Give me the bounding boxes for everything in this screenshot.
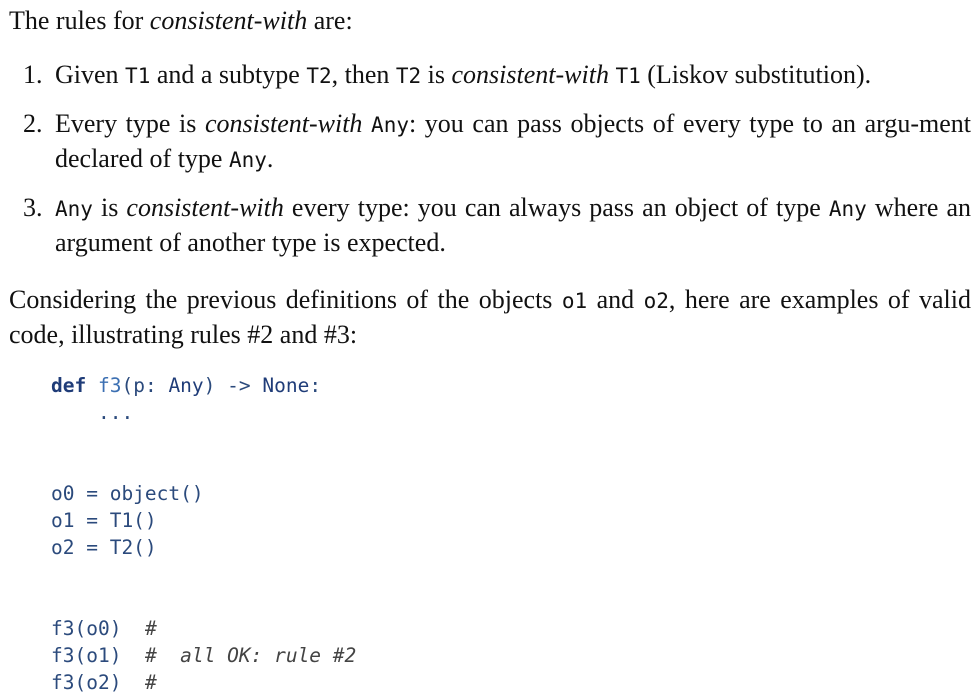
rule-text — [362, 109, 371, 138]
rule-code: T1 — [615, 64, 641, 88]
rule-item-3: 3. Any is consistent-with every type: yo… — [9, 191, 971, 259]
code-comment: all OK: rule #2 — [180, 644, 357, 667]
code-text: ) -> — [203, 374, 263, 397]
code-line-assign: o2 = T2() — [51, 536, 157, 559]
code-line-def: def f3(p: Any) -> None: — [51, 372, 971, 399]
code-comment-marker: # — [144, 644, 157, 667]
code-keyword: def — [51, 374, 87, 397]
rule-text: every type: you can always pass an objec… — [283, 193, 829, 222]
rules-list: 1. Given T1 and a subtype T2, then T2 is… — [9, 58, 971, 259]
rule-term: consistent-with — [451, 60, 609, 89]
rule-text: is — [92, 193, 127, 222]
code-line-assign: o0 = object() — [51, 482, 204, 505]
code-block: def f3(p: Any) -> None: ... o0 = object()… — [51, 372, 971, 696]
rule-text: Given — [55, 60, 126, 89]
rule-term: consistent-with — [126, 193, 284, 222]
rule-item-1: 1. Given T1 and a subtype T2, then T2 is… — [9, 58, 971, 93]
rule-number: 1. — [23, 60, 43, 89]
code-type: Any — [168, 374, 204, 397]
rule-term: consistent-with — [205, 109, 363, 138]
intro-term: consistent-with — [149, 6, 308, 35]
rule-text: (Liskov substitution). — [640, 60, 872, 89]
code-text: (p: — [121, 374, 169, 397]
intro-text: The rules for — [9, 6, 150, 35]
document-page: The rules for consistent-with are: 1. Gi… — [9, 4, 971, 696]
code-text: : — [309, 374, 322, 397]
intro-suffix: are: — [307, 6, 353, 35]
rule-code: T1 — [125, 64, 151, 88]
rule-code: T2 — [306, 64, 332, 88]
rule-code: Any — [828, 197, 867, 221]
consider-text: Considering the previous definitions of … — [9, 285, 562, 314]
intro-paragraph: The rules for consistent-with are: — [9, 4, 971, 38]
rule-code: T2 — [395, 64, 422, 88]
rule-code: Any — [228, 148, 267, 172]
rule-code: Any — [55, 197, 93, 221]
rule-text: . — [266, 144, 274, 173]
code-comment-marker: # — [144, 617, 157, 640]
code-type: None — [262, 374, 310, 397]
code-call: f3(o1) — [51, 644, 122, 667]
code-comment-marker: # — [144, 671, 157, 694]
code-function-name: f3 — [97, 374, 122, 397]
rule-text: is — [421, 60, 452, 89]
consider-code: o1 — [561, 289, 588, 313]
code-line-assign: o1 = T1() — [51, 509, 157, 532]
code-line-call: f3(o1) # all OK: rule #2 — [51, 642, 971, 669]
rule-text: and a subtype — [150, 60, 307, 89]
code-call: f3(o0) — [51, 617, 122, 640]
code-line-call: f3(o0) # — [51, 615, 971, 642]
rule-number: 3. — [23, 193, 43, 222]
consider-code: o2 — [643, 289, 669, 313]
rule-text: Every type is — [55, 109, 205, 138]
code-call: f3(o2) — [51, 671, 122, 694]
rule-code: Any — [371, 113, 409, 137]
code-line-call: f3(o2) # — [51, 669, 971, 696]
code-line-ellipsis: ... — [51, 401, 134, 424]
considering-paragraph: Considering the previous definitions of … — [9, 283, 971, 352]
rule-item-2: 2. Every type is consistent-with Any: yo… — [9, 107, 971, 177]
rule-text: , then — [331, 60, 396, 89]
consider-text: and — [587, 285, 644, 314]
rule-number: 2. — [23, 109, 43, 138]
